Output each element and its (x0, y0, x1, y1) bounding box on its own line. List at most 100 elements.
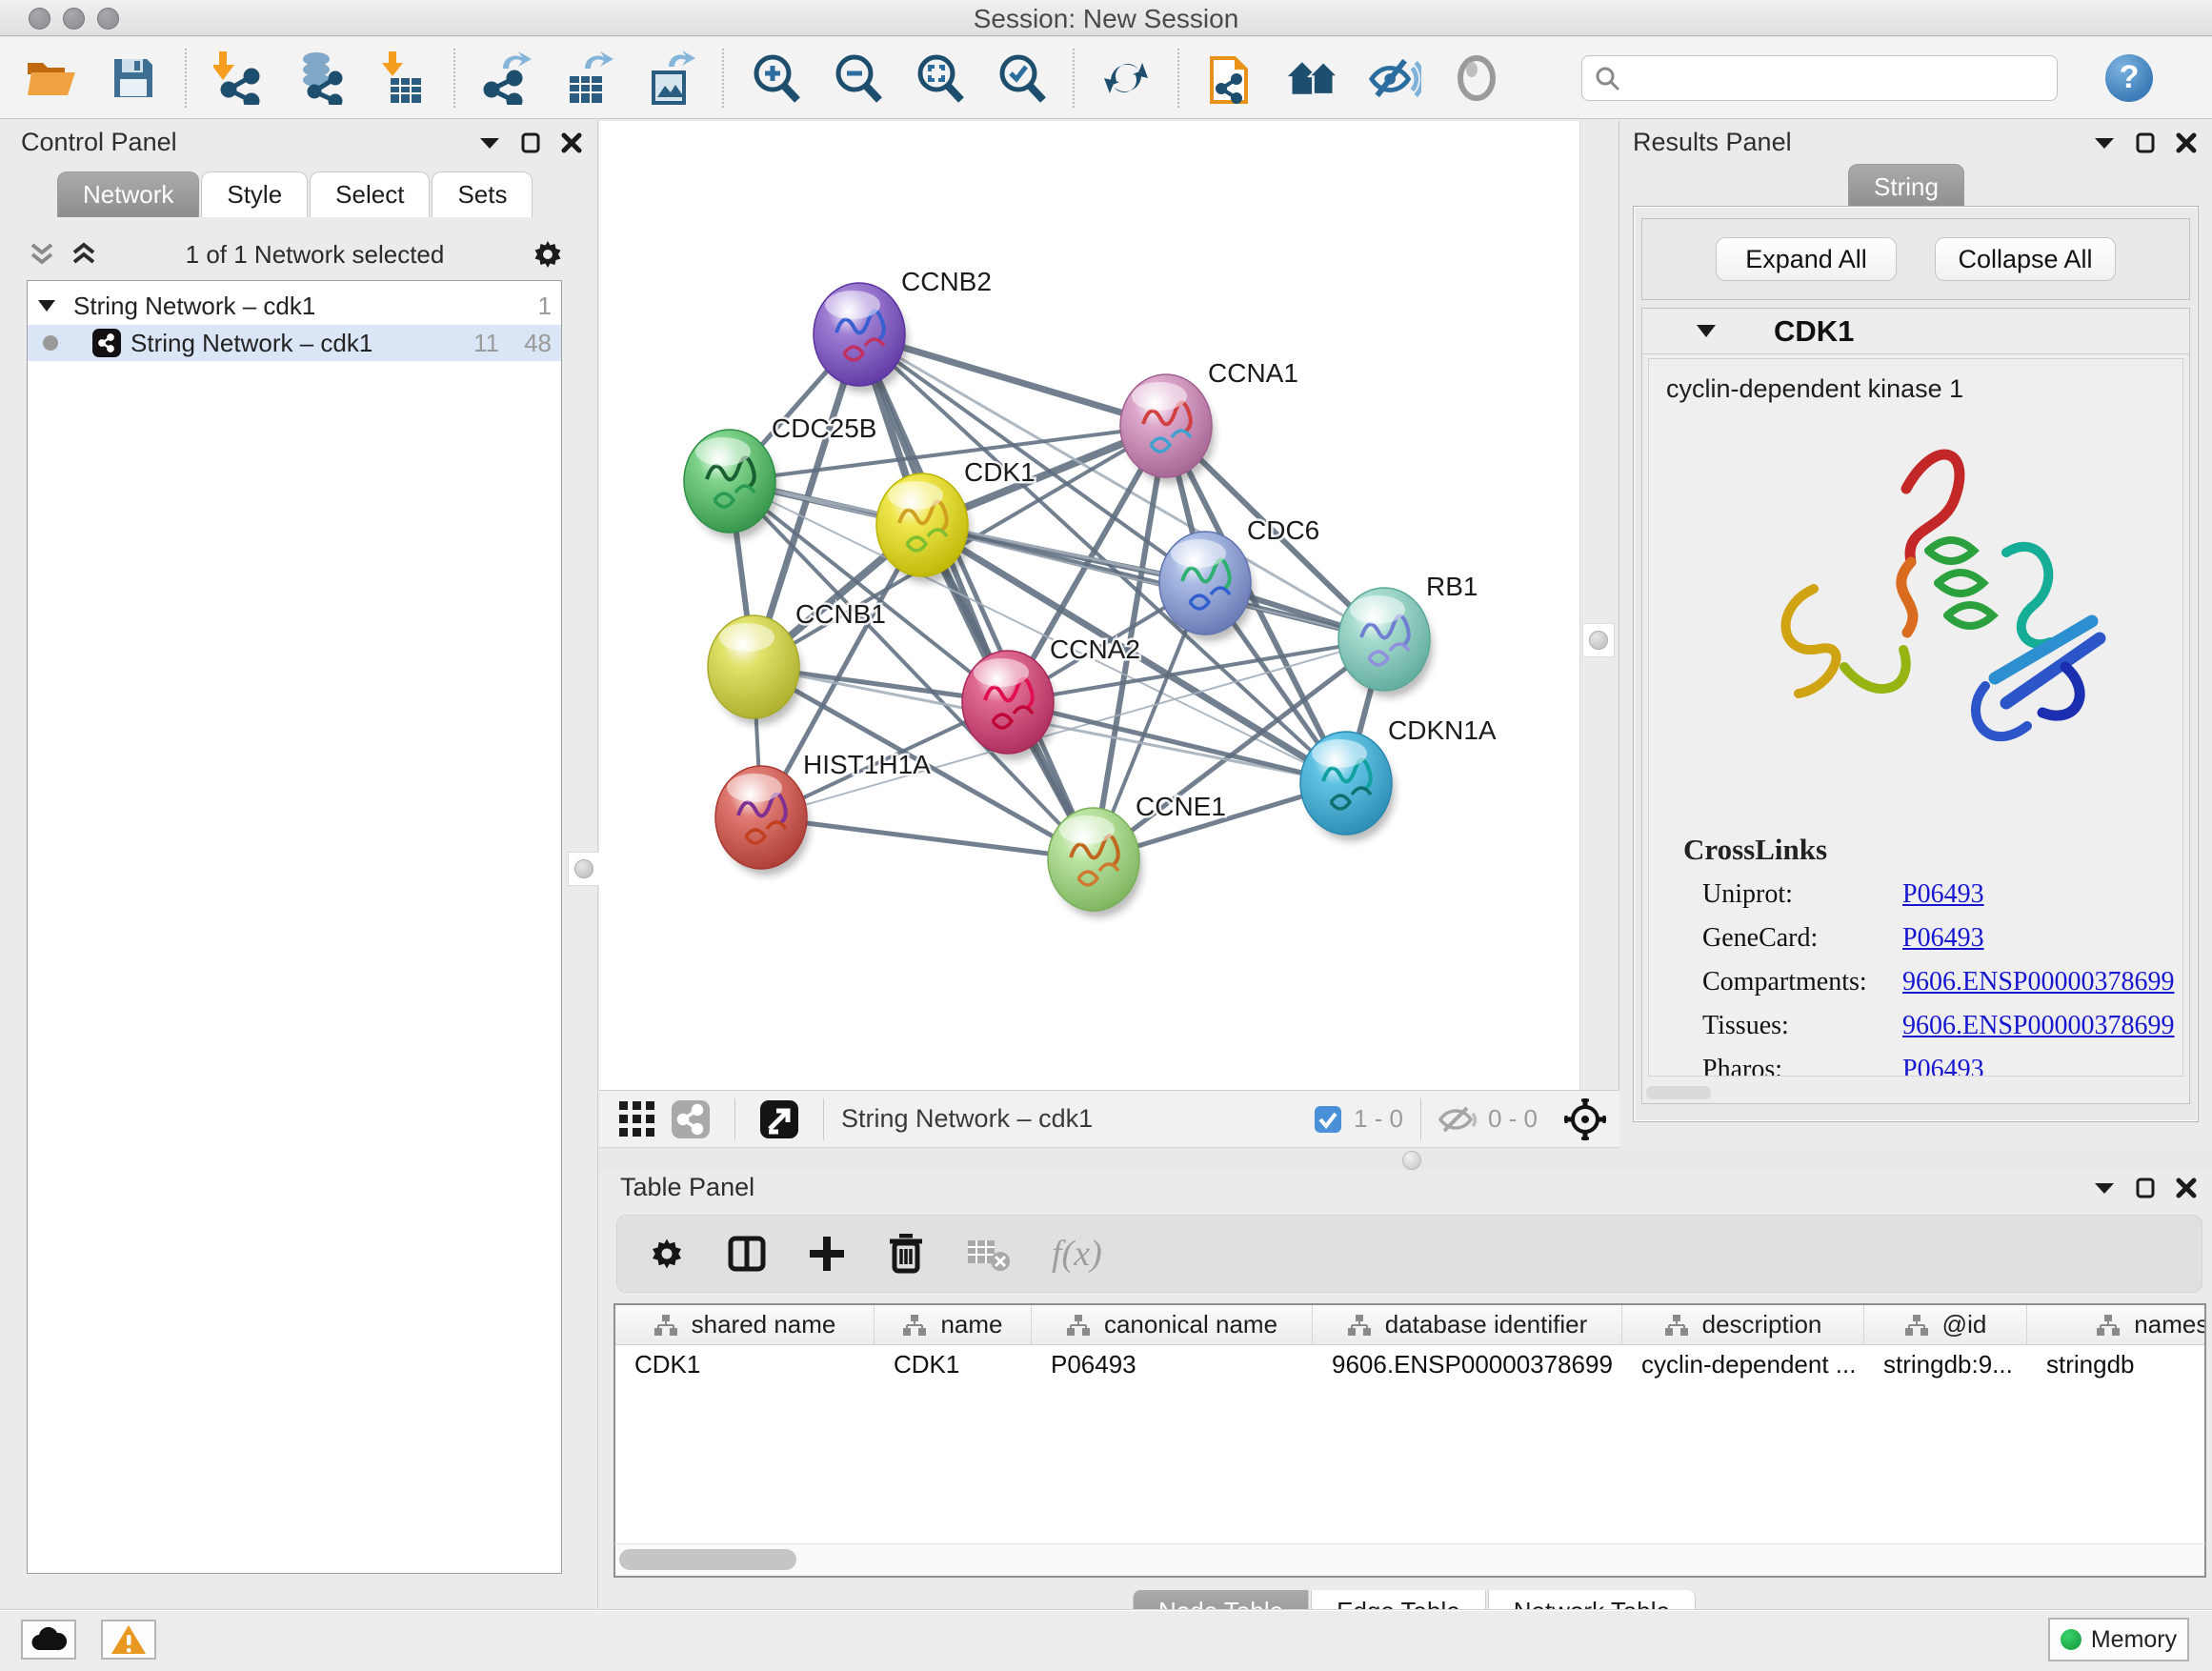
float-panel-icon[interactable] (2136, 132, 2155, 153)
panel-menu-icon[interactable] (2094, 136, 2115, 150)
add-column-icon[interactable] (808, 1235, 846, 1273)
tab-style[interactable]: Style (201, 171, 308, 217)
collapse-all-networks-icon[interactable] (29, 241, 57, 268)
column-header[interactable]: shared name (615, 1305, 875, 1344)
scrollbar-thumb[interactable] (619, 1549, 796, 1570)
export-table-icon[interactable] (562, 51, 615, 105)
tab-sets[interactable]: Sets (432, 171, 533, 217)
close-panel-icon[interactable] (2176, 1178, 2197, 1198)
selected-node-edge-counts: 1 - 0 (1354, 1104, 1403, 1134)
graph-node-HIST1H1A[interactable]: HIST1H1A (715, 750, 931, 876)
node-result-entry: CDK1 cyclin-dependent kinase 1 CrossLink… (1641, 308, 2190, 1104)
network-overview-toggle-icon[interactable] (664, 1093, 717, 1146)
horizontal-splitter-handle[interactable] (1402, 1151, 1421, 1170)
expand-all-networks-icon[interactable] (70, 241, 99, 268)
export-image-icon[interactable] (644, 51, 697, 105)
export-network-icon[interactable] (480, 51, 533, 105)
zoom-selected-icon[interactable] (995, 51, 1048, 105)
control-panel: Control Panel Network Style Select Sets … (0, 120, 598, 1608)
delete-table-icon[interactable] (966, 1237, 1010, 1271)
zoom-fit-icon[interactable] (913, 51, 966, 105)
float-panel-icon[interactable] (521, 132, 540, 153)
table-cell[interactable]: stringdb:9... (1864, 1345, 2027, 1383)
apply-layout-icon[interactable] (1099, 51, 1153, 105)
column-header[interactable]: database identifier (1313, 1305, 1622, 1344)
graph-node-CDK1[interactable]: CDK1 (876, 457, 1036, 583)
network-collection-row[interactable]: String Network – cdk1 1 (28, 289, 561, 323)
table-cell[interactable]: cyclin-dependent ... (1622, 1345, 1864, 1383)
graph-node-CDKN1A[interactable]: CDKN1A (1300, 715, 1497, 841)
table-cell[interactable]: stringdb (2027, 1345, 2206, 1383)
tab-string[interactable]: String (1848, 164, 1964, 210)
show-columns-icon[interactable] (728, 1235, 766, 1273)
table-cell[interactable]: P06493 (1032, 1345, 1313, 1383)
network-selection-status: 1 of 1 Network selected (99, 240, 531, 270)
node-entry-header[interactable]: CDK1 (1642, 309, 2189, 354)
close-panel-icon[interactable] (561, 132, 582, 153)
close-panel-icon[interactable] (2176, 132, 2197, 153)
collection-expander-icon[interactable] (37, 299, 56, 312)
crosslink-row: GeneCard: P06493 (1649, 916, 2182, 960)
table-horizontal-scrollbar[interactable] (613, 1543, 2206, 1578)
crosslink-compartments-link[interactable]: 9606.ENSP00000378699 (1902, 967, 2174, 997)
share-document-icon[interactable] (1204, 51, 1257, 105)
node-table[interactable]: shared namenamecanonical namedatabase id… (613, 1303, 2206, 1543)
help-icon[interactable]: ? (2105, 54, 2153, 102)
table-cell[interactable]: CDK1 (875, 1345, 1032, 1383)
graph-node-CCNB1[interactable]: CCNB1 (708, 599, 886, 725)
delete-column-trash-icon[interactable] (888, 1234, 924, 1274)
show-panel-eye-icon[interactable] (1450, 51, 1503, 105)
search-input[interactable] (1620, 63, 2040, 92)
function-builder-icon[interactable]: f(x) (1052, 1233, 1102, 1275)
column-header[interactable]: namespace (2027, 1305, 2206, 1344)
float-panel-icon[interactable] (2136, 1178, 2155, 1198)
column-header[interactable]: canonical name (1032, 1305, 1313, 1344)
crosslink-tissues-link[interactable]: 9606.ENSP00000378699 (1902, 1011, 2174, 1041)
search-box[interactable] (1581, 55, 2058, 101)
entry-collapse-icon[interactable] (1696, 324, 1717, 338)
crosslink-pharos-link[interactable]: P06493 (1902, 1055, 1984, 1077)
table-row[interactable]: CDK1CDK1P064939606.ENSP00000378699cyclin… (615, 1345, 2204, 1383)
import-network-from-database-icon[interactable] (293, 51, 347, 105)
graph-node-RB1[interactable]: RB1 (1338, 572, 1478, 697)
selected-items-checkbox-icon[interactable] (1314, 1105, 1342, 1134)
import-table-icon[interactable] (375, 51, 429, 105)
open-in-new-window-icon[interactable] (753, 1093, 806, 1146)
tab-network[interactable]: Network (57, 171, 199, 217)
save-session-icon[interactable] (107, 51, 160, 105)
cloud-status-button[interactable] (21, 1620, 76, 1660)
network-row[interactable]: String Network – cdk1 11 48 (28, 325, 561, 361)
open-session-icon[interactable] (25, 51, 78, 105)
warnings-button[interactable] (101, 1620, 156, 1660)
zoom-out-icon[interactable] (831, 51, 884, 105)
birds-eye-crosshair-icon[interactable] (1558, 1093, 1612, 1146)
column-header[interactable]: description (1622, 1305, 1864, 1344)
expand-all-button[interactable]: Expand All (1716, 237, 1897, 281)
table-cell[interactable]: 9606.ENSP00000378699 (1313, 1345, 1622, 1383)
network-options-gear-icon[interactable] (531, 237, 565, 272)
hide-panels-eye-icon[interactable] (1368, 51, 1421, 105)
memory-button[interactable]: Memory (2048, 1618, 2189, 1661)
import-network-icon[interactable] (211, 51, 265, 105)
crosslink-genecard-link[interactable]: P06493 (1902, 923, 1984, 954)
network-view-canvas[interactable]: CCNB2CCNA1CDC25BCDK1CDC6RB1CCNB1CCNA2CDK… (599, 121, 1579, 1090)
graph-node-CCNE1[interactable]: CCNE1 (1048, 792, 1226, 917)
horizontal-splitter[interactable] (599, 1149, 2212, 1172)
homes-icon[interactable] (1286, 51, 1339, 105)
tab-select[interactable]: Select (310, 171, 430, 217)
grid-view-icon[interactable] (611, 1093, 664, 1146)
panel-menu-icon[interactable] (479, 136, 500, 150)
column-header[interactable]: name (875, 1305, 1032, 1344)
crosslink-uniprot-link[interactable]: P06493 (1902, 879, 1984, 910)
collapse-all-button[interactable]: Collapse All (1935, 237, 2116, 281)
right-splitter-handle[interactable] (1582, 623, 1615, 657)
graph-node-CDC6[interactable]: CDC6 (1159, 515, 1319, 641)
panel-menu-icon[interactable] (2094, 1181, 2115, 1195)
table-options-gear-icon[interactable] (648, 1235, 686, 1273)
zoom-in-icon[interactable] (749, 51, 802, 105)
column-header[interactable]: @id (1864, 1305, 2027, 1344)
string-network-graph[interactable]: CCNB2CCNA1CDC25BCDK1CDC6RB1CCNB1CCNA2CDK… (599, 121, 1579, 1090)
left-splitter-handle[interactable] (568, 852, 600, 886)
entry-horizontal-scrollbar[interactable] (1646, 1086, 1711, 1099)
table-cell[interactable]: CDK1 (615, 1345, 875, 1383)
